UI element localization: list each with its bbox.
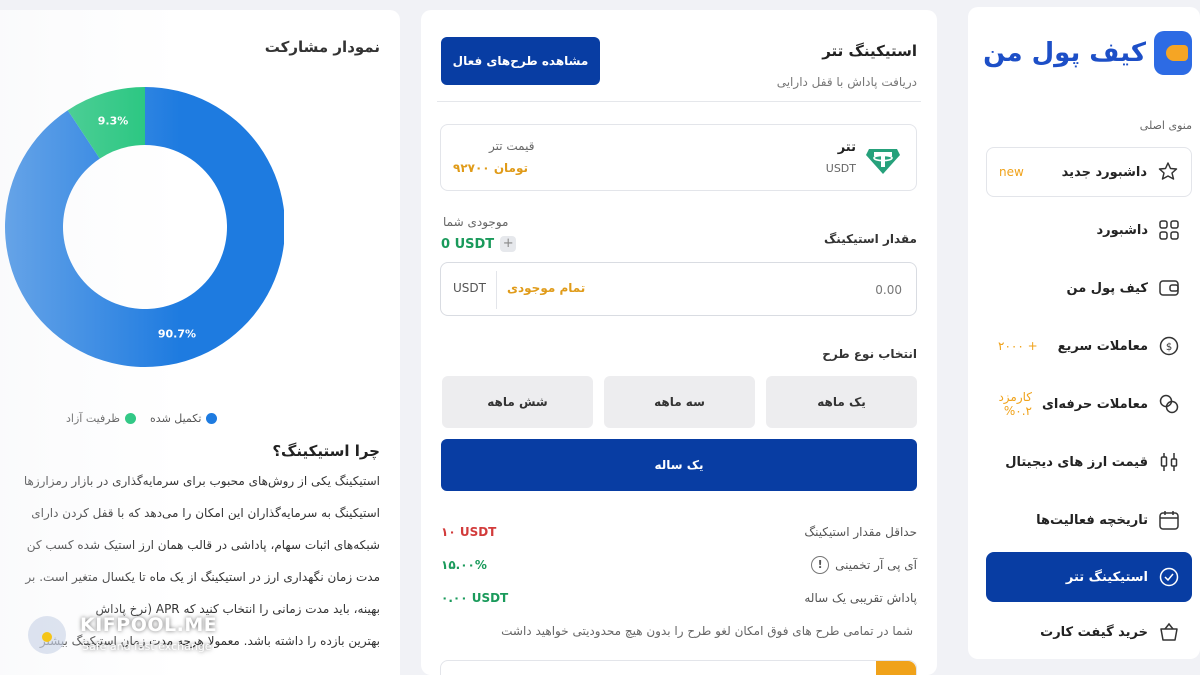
plan-three-month-button[interactable]: سه ماهه	[604, 376, 755, 428]
svg-text:$: $	[1166, 342, 1172, 353]
why-staking-line: استیکینگ به سرمایه‌گذاران این امکان را م…	[31, 506, 380, 520]
sidebar-item-label: تاریخچه فعالیت‌ها	[1036, 512, 1148, 528]
watermark-tagline: Safe and fast exchange	[82, 640, 212, 653]
legend-item-free: ظرفیت آزاد	[66, 412, 137, 425]
sidebar-item-label: استیکینگ تتر	[1065, 569, 1148, 585]
apr-label: آی پی آر تخمینی	[835, 558, 917, 572]
staking-amount-label: مقدار استیکینگ	[824, 232, 917, 246]
participation-donut-chart: 90.7% 9.3%	[5, 87, 284, 367]
legend-label-completed: تکمیل شده	[150, 412, 202, 425]
price-label: قیمت تتر	[489, 139, 535, 153]
balance-value: 0 USDT	[441, 236, 495, 252]
use-all-balance-button[interactable]: تمام موجودی	[507, 281, 585, 295]
plan-one-month-button[interactable]: یک ماهه	[766, 376, 917, 428]
sidebar-item-label: معاملات حرفه‌ای	[1042, 396, 1148, 412]
min-staking-value: ۱۰ USDT	[441, 525, 497, 539]
why-staking-title: چرا استیکینگ؟	[272, 442, 380, 460]
donut-label-completed: 90.7%	[158, 327, 196, 340]
min-staking-row: حداقل مقدار استیکینگ ۱۰ USDT	[441, 522, 917, 542]
min-staking-label: حداقل مقدار استیکینگ	[804, 525, 917, 539]
watermark-logo-dot	[42, 632, 52, 642]
amount-separator	[496, 271, 497, 309]
sidebar-item-my-wallet[interactable]: کیف پول من	[986, 263, 1192, 313]
wallet-logo-icon	[1154, 31, 1192, 75]
main-menu-caption: منوی اصلی	[1139, 119, 1192, 132]
exchange-icon	[1158, 393, 1180, 415]
bonus-badge: + ۲۰۰۰	[998, 339, 1038, 353]
sidebar-item-dashboard[interactable]: داشبورد	[986, 205, 1192, 255]
wallet-icon	[1158, 277, 1180, 299]
staking-subtitle: دریافت پاداش با قفل دارایی	[776, 75, 917, 89]
legend-dot-free	[125, 413, 137, 424]
cancel-note: شما در تمامی طرح های فوق امکان لغو طرح ر…	[501, 624, 913, 638]
submit-bar[interactable]	[440, 660, 917, 675]
staking-icon	[1158, 566, 1180, 588]
sidebar-item-label: کیف پول من	[1066, 280, 1148, 296]
view-active-plans-button[interactable]: مشاهده طرح‌های فعال	[441, 37, 600, 85]
brand-logo[interactable]: کیف پول من	[983, 29, 1192, 77]
sidebar-item-pro-trades[interactable]: معاملات حرفه‌ای کارمزد ۰.۲%	[986, 379, 1192, 429]
coin-name: تتر	[837, 140, 856, 155]
yearly-reward-row: پاداش تقریبی یک ساله ۰.۰۰ USDT	[441, 588, 917, 608]
apr-value: ۱۵.۰۰%	[441, 558, 487, 572]
header-divider	[437, 101, 921, 102]
plan-one-year-button[interactable]: یک ساله	[441, 439, 917, 491]
why-staking-line: استیکینگ یکی از روش‌های محبوب برای سرمای…	[23, 474, 380, 488]
price-value: ۹۲۷۰۰ تومان	[453, 161, 529, 175]
tether-logo-icon	[866, 149, 900, 174]
sidebar-item-label: خرید گیفت کارت	[1040, 624, 1148, 640]
info-icon[interactable]: !	[811, 556, 830, 574]
sidebar-item-label: قیمت ارز های دیجیتال	[1005, 454, 1148, 470]
plan-six-month-button[interactable]: شش ماهه	[442, 376, 593, 428]
fee-badge: کارمزد ۰.۲%	[998, 390, 1032, 418]
basket-icon	[1158, 621, 1180, 643]
donut-label-free: 9.3%	[98, 115, 129, 128]
brand-logo-text: کیف پول من	[983, 38, 1147, 68]
staking-amount-input[interactable]: USDT تمام موجودی 0.00	[440, 262, 917, 316]
calendar-icon	[1158, 509, 1180, 531]
chart-legend: تکمیل شده ظرفیت آزاد	[66, 412, 218, 425]
apr-row: آی پی آر تخمینی ! ۱۵.۰۰%	[441, 555, 917, 575]
kifpool-watermark: KIFPOOL.ME Safe and fast exchange	[28, 610, 228, 660]
legend-dot-completed	[206, 413, 218, 424]
sidebar-item-activity-history[interactable]: تاریخچه فعالیت‌ها	[986, 495, 1192, 545]
add-balance-icon[interactable]: +	[500, 236, 517, 252]
sidebar-item-label: داشبورد جدید	[1061, 164, 1147, 180]
sidebar-item-label: معاملات سریع	[1057, 338, 1148, 354]
yearly-reward-label: پاداش تقریبی یک ساله	[804, 591, 917, 605]
dollar-arrows-icon: $	[1158, 335, 1180, 357]
sidebar-item-crypto-prices[interactable]: قیمت ارز های دیجیتال	[986, 437, 1192, 487]
sidebar-item-gift-card[interactable]: خرید گیفت کارت	[986, 607, 1192, 657]
candles-icon	[1158, 451, 1180, 473]
amount-value[interactable]: 0.00	[875, 283, 902, 297]
coin-card: تتر USDT قیمت تتر ۹۲۷۰۰ تومان	[440, 124, 917, 191]
star-shield-icon	[1157, 161, 1179, 183]
sidebar: کیف پول من منوی اصلی داشبورد جدید new دا…	[968, 7, 1200, 659]
sidebar-item-tether-staking[interactable]: استیکینگ تتر	[986, 552, 1192, 602]
watermark-name: KIFPOOL.ME	[80, 614, 218, 636]
legend-label-free: ظرفیت آزاد	[66, 412, 121, 425]
grid-icon	[1158, 219, 1180, 241]
balance-label: موجودی شما	[443, 215, 509, 229]
sidebar-item-label: داشبورد	[1096, 222, 1148, 238]
sidebar-item-new-dashboard[interactable]: داشبورد جدید new	[986, 147, 1192, 197]
plan-type-label: انتخاب نوع طرح	[822, 347, 917, 361]
balance-row: 0 USDT +	[441, 236, 517, 252]
coin-symbol: USDT	[825, 162, 856, 175]
staking-title: استیکینگ تتر	[822, 42, 917, 60]
apr-label-wrap: آی پی آر تخمینی !	[811, 556, 917, 574]
sidebar-item-quick-trades[interactable]: $ معاملات سریع + ۲۰۰۰	[986, 321, 1192, 371]
legend-item-completed: تکمیل شده	[150, 412, 218, 425]
why-staking-line: مدت زمان نگهداری ارز در استیکینگ از یک م…	[25, 570, 380, 584]
new-badge: new	[999, 165, 1024, 179]
participation-chart-panel: نمودار مشارکت 90.7% 9.3% تکمیل شده ظرفیت …	[0, 10, 400, 675]
why-staking-line: شبکه‌های اثبات سهام، پاداشی در قالب همان…	[26, 538, 380, 552]
tether-staking-panel: استیکینگ تتر دریافت پاداش با قفل دارایی …	[421, 10, 937, 675]
amount-unit: USDT	[453, 281, 486, 295]
yearly-reward-value: ۰.۰۰ USDT	[441, 591, 509, 605]
chart-title: نمودار مشارکت	[264, 38, 380, 56]
